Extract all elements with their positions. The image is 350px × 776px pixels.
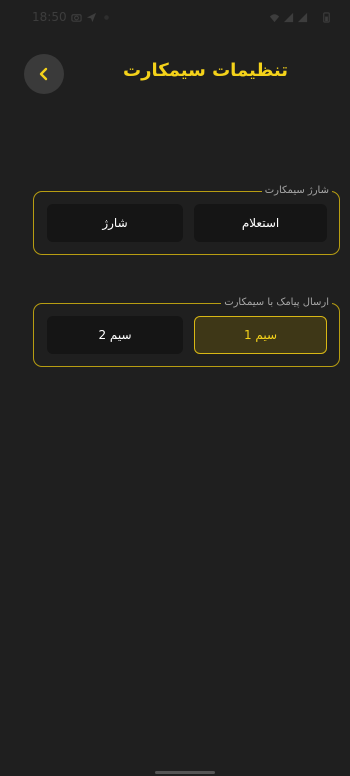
sms-group-legend: ارسال پیامک با سیمکارت bbox=[221, 296, 332, 310]
page-title: تنظیمات سیمکارت bbox=[123, 60, 288, 81]
inquiry-button[interactable]: استعلام bbox=[194, 204, 327, 242]
wifi-icon bbox=[269, 13, 280, 22]
sim-2-option[interactable]: سیم 2 bbox=[47, 316, 183, 354]
charge-group-legend: شارژ سیمکارت bbox=[261, 184, 332, 198]
notification-dot-icon bbox=[103, 14, 109, 20]
back-button[interactable] bbox=[24, 54, 64, 94]
status-right bbox=[269, 11, 332, 23]
battery-icon bbox=[323, 11, 330, 23]
charge-button[interactable]: شارژ bbox=[47, 204, 183, 242]
home-indicator[interactable] bbox=[155, 771, 215, 774]
sim-1-option[interactable]: سیم 1 bbox=[194, 316, 327, 354]
status-bar: 18:50 bbox=[0, 0, 350, 34]
chevron-left-icon bbox=[39, 67, 48, 81]
status-time: 18:50 bbox=[32, 10, 67, 24]
signal-icon bbox=[283, 12, 294, 22]
status-left: 18:50 bbox=[32, 10, 112, 24]
charge-group: شارژ سیمکارت شارژ استعلام bbox=[33, 184, 340, 255]
sms-group: ارسال پیامک با سیمکارت سیم 2 سیم 1 bbox=[33, 296, 340, 367]
camera-icon bbox=[70, 13, 82, 22]
signal-2-icon bbox=[297, 12, 308, 22]
header: تنظیمات سیمکارت bbox=[0, 46, 350, 96]
send-icon bbox=[86, 12, 96, 22]
